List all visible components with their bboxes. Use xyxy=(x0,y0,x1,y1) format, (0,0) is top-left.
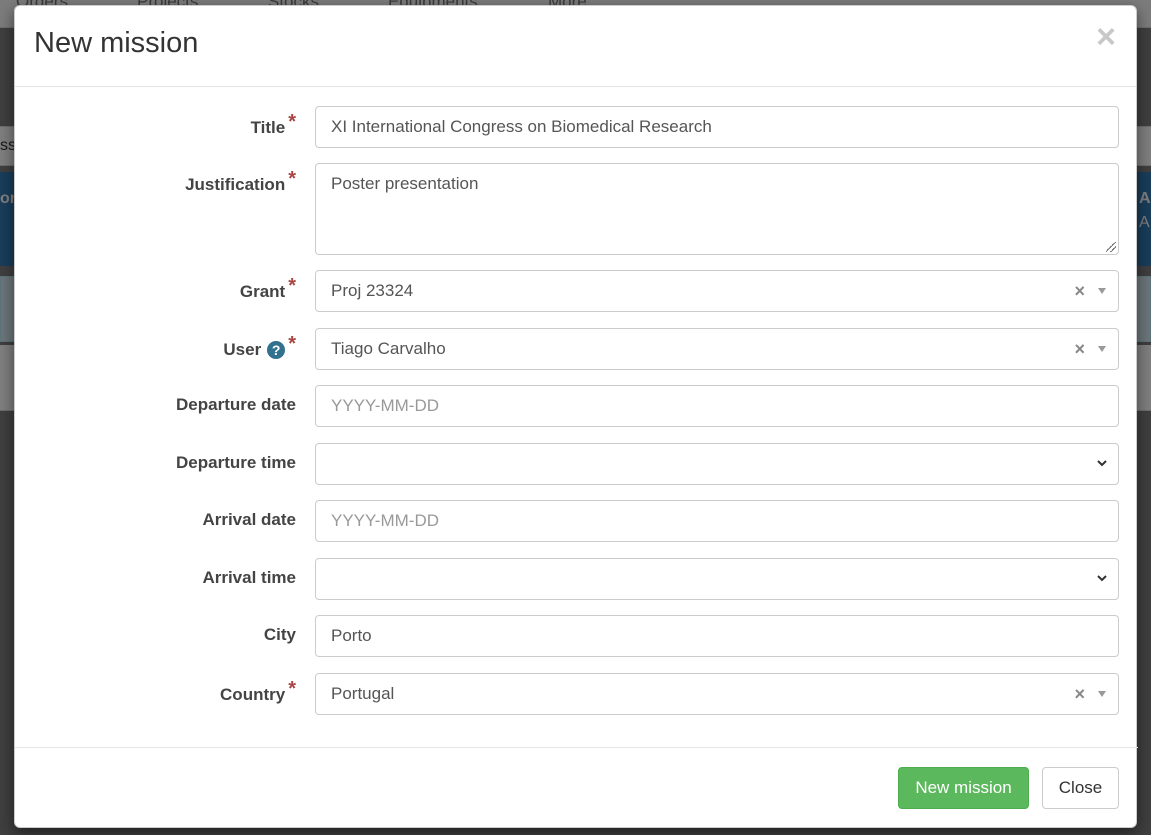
grant-select[interactable]: Proj 23324 × xyxy=(315,270,1119,312)
required-marker: * xyxy=(288,678,296,700)
question-circle-icon[interactable]: ? xyxy=(267,340,286,359)
arrival-date-label: Arrival date xyxy=(202,510,296,529)
clear-icon[interactable]: × xyxy=(1074,339,1085,360)
country-select[interactable]: Portugal × xyxy=(315,673,1119,715)
modal-body: Title * XI International Congress on Biom… xyxy=(15,87,1136,749)
caret-down-icon[interactable] xyxy=(1098,691,1106,697)
country-label: Country * xyxy=(220,678,296,704)
title-label: Title * xyxy=(250,111,296,137)
departure-time-select[interactable] xyxy=(315,443,1119,485)
chevron-down-icon[interactable] xyxy=(1096,572,1108,584)
departure-date-label: Departure date xyxy=(176,395,296,414)
city-input[interactable]: Porto xyxy=(315,615,1119,657)
new-mission-modal: New mission × Title * XI International Co… xyxy=(14,5,1138,828)
city-label: City xyxy=(263,625,296,644)
user-label: User? * xyxy=(223,333,296,359)
user-select[interactable]: Tiago Carvalho × xyxy=(315,328,1119,370)
justification-label: Justification * xyxy=(185,168,296,194)
modal-header: New mission × xyxy=(15,6,1136,87)
close-button[interactable]: Close xyxy=(1042,767,1119,809)
departure-time-label: Departure time xyxy=(176,453,296,472)
clear-icon[interactable]: × xyxy=(1074,281,1085,302)
clear-icon[interactable]: × xyxy=(1074,684,1085,705)
chevron-down-icon[interactable] xyxy=(1096,457,1108,469)
close-icon[interactable]: × xyxy=(1096,20,1116,54)
justification-textarea[interactable]: Poster presentation xyxy=(315,163,1119,255)
required-marker: * xyxy=(288,275,296,297)
new-mission-button[interactable]: New mission xyxy=(898,767,1029,809)
departure-date-input[interactable]: YYYY-MM-DD xyxy=(315,385,1119,427)
modal-title: New mission xyxy=(34,27,199,59)
modal-footer: New mission Close xyxy=(15,747,1138,827)
arrival-time-select[interactable] xyxy=(315,558,1119,600)
required-marker: * xyxy=(288,168,296,190)
grant-label: Grant * xyxy=(239,275,296,301)
title-input[interactable]: XI International Congress on Biomedical … xyxy=(315,106,1119,148)
arrival-date-input[interactable]: YYYY-MM-DD xyxy=(315,500,1119,542)
resize-grip-icon[interactable] xyxy=(1106,242,1116,252)
caret-down-icon[interactable] xyxy=(1098,346,1106,352)
required-marker: * xyxy=(288,111,296,133)
caret-down-icon[interactable] xyxy=(1098,288,1106,294)
required-marker: * xyxy=(288,333,296,355)
arrival-time-label: Arrival time xyxy=(202,568,296,587)
